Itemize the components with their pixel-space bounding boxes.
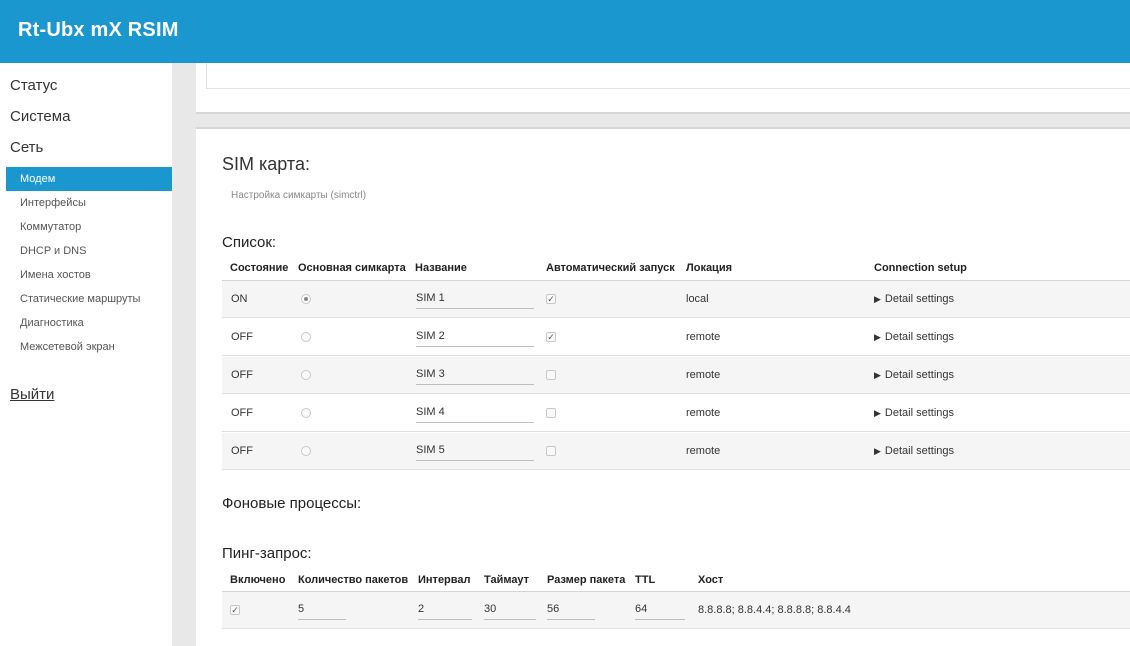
ping-heading: Пинг-запрос: xyxy=(222,545,312,562)
col-size: Размер пакета xyxy=(547,574,626,586)
table-row: ✓ 5 2 30 56 64 8.8.8.8; 8.8.4.4; 8.8.8.8… xyxy=(222,592,1130,629)
sidebar-item-hostnames[interactable]: Имена хостов xyxy=(6,263,172,287)
sidebar-item-interfaces[interactable]: Интерфейсы xyxy=(6,191,172,215)
sidebar-item-network[interactable]: Сеть xyxy=(10,139,43,156)
ping-enabled-checkbox[interactable]: ✓ xyxy=(230,605,240,615)
table-row: OFF SIM 5 remote ▶ Detail settings xyxy=(222,433,1130,470)
expand-icon: ▶ xyxy=(874,446,881,456)
packets-field[interactable]: 5 xyxy=(298,602,346,620)
location-value: remote xyxy=(686,369,721,381)
previous-panel xyxy=(196,63,1130,114)
primary-radio[interactable] xyxy=(301,446,311,456)
location-value: remote xyxy=(686,331,721,343)
table-row: OFF SIM 3 remote ▶ Detail settings xyxy=(222,357,1130,394)
col-ttl: TTL xyxy=(635,574,656,586)
col-interval: Интервал xyxy=(418,574,471,586)
col-host: Хост xyxy=(698,574,724,586)
col-primary: Основная симкарта xyxy=(298,262,406,274)
location-value: local xyxy=(686,293,709,305)
timeout-field[interactable]: 30 xyxy=(484,602,536,620)
primary-radio[interactable] xyxy=(301,408,311,418)
sim-name-field[interactable]: SIM 5 xyxy=(416,443,534,461)
sidebar-item-firewall[interactable]: Межсетевой экран xyxy=(6,335,172,359)
app-title[interactable]: Rt-Ubx mX RSIM xyxy=(18,19,179,42)
top-bar: Rt-Ubx mX RSIM xyxy=(0,0,1130,63)
sidebar-item-status[interactable]: Статус xyxy=(10,77,57,94)
detail-settings-link[interactable]: ▶ Detail settings xyxy=(874,319,954,356)
state-value: OFF xyxy=(231,369,253,381)
table-row: OFF SIM 4 remote ▶ Detail settings xyxy=(222,395,1130,432)
detail-settings-link[interactable]: ▶ Detail settings xyxy=(874,395,954,432)
detail-settings-link[interactable]: ▶ Detail settings xyxy=(874,433,954,470)
col-autostart: Автоматический запуск xyxy=(546,262,675,274)
autostart-checkbox[interactable] xyxy=(546,370,556,380)
ping-table-header: Включено Количество пакетов Интервал Тай… xyxy=(222,570,1130,590)
primary-radio[interactable] xyxy=(301,294,311,304)
section-description: Настройка симкарты (simctrl) xyxy=(231,190,367,201)
interval-field[interactable]: 2 xyxy=(418,602,472,620)
expand-icon: ▶ xyxy=(874,370,881,380)
sidebar-item-system[interactable]: Система xyxy=(10,108,70,125)
sim-name-field[interactable]: SIM 2 xyxy=(416,329,534,347)
autostart-checkbox[interactable] xyxy=(546,408,556,418)
table-row: ON SIM 1 ✓ local ▶ Detail settings xyxy=(222,281,1130,318)
sidebar-item-modem[interactable]: Модем xyxy=(6,167,172,191)
primary-radio[interactable] xyxy=(301,332,311,342)
col-name: Название xyxy=(415,262,467,274)
state-value: OFF xyxy=(231,445,253,457)
detail-settings-link[interactable]: ▶ Detail settings xyxy=(874,357,954,394)
col-location: Локация xyxy=(686,262,733,274)
location-value: remote xyxy=(686,407,721,419)
col-state: Состояние xyxy=(230,262,289,274)
list-heading: Список: xyxy=(222,234,277,251)
expand-icon: ▶ xyxy=(874,408,881,418)
sidebar-item-dhcp-dns[interactable]: DHCP и DNS xyxy=(6,239,172,263)
autostart-checkbox[interactable] xyxy=(546,446,556,456)
col-connection: Connection setup xyxy=(874,262,967,274)
sim-name-field[interactable]: SIM 4 xyxy=(416,405,534,423)
table-row: OFF SIM 2 ✓ remote ▶ Detail settings xyxy=(222,319,1130,356)
network-submenu: Модем Интерфейсы Коммутатор DHCP и DNS И… xyxy=(6,167,172,359)
sim-table-header: Состояние Основная симкарта Название Авт… xyxy=(222,258,1130,278)
col-packets: Количество пакетов xyxy=(298,574,409,586)
location-value: remote xyxy=(686,445,721,457)
state-value: OFF xyxy=(231,407,253,419)
sidebar-item-static-routes[interactable]: Статические маршруты xyxy=(6,287,172,311)
host-value[interactable]: 8.8.8.8; 8.8.4.4; 8.8.8.8; 8.8.4.4 xyxy=(698,592,851,629)
ttl-field[interactable]: 64 xyxy=(635,602,685,620)
detail-settings-link[interactable]: ▶ Detail settings xyxy=(874,281,954,318)
col-enabled: Включено xyxy=(230,574,286,586)
expand-icon: ▶ xyxy=(874,294,881,304)
state-value: OFF xyxy=(231,331,253,343)
sidebar-item-switch[interactable]: Коммутатор xyxy=(6,215,172,239)
sidebar-item-diagnostics[interactable]: Диагностика xyxy=(6,311,172,335)
col-timeout: Таймаут xyxy=(484,574,530,586)
primary-radio[interactable] xyxy=(301,370,311,380)
sim-name-field[interactable]: SIM 1 xyxy=(416,291,534,309)
background-processes-heading: Фоновые процессы: xyxy=(222,495,362,512)
section-title: SIM карта: xyxy=(222,154,310,174)
packet-size-field[interactable]: 56 xyxy=(547,602,595,620)
sim-name-field[interactable]: SIM 3 xyxy=(416,367,534,385)
logout-link[interactable]: Выйти xyxy=(10,386,54,403)
state-value: ON xyxy=(231,293,248,305)
expand-icon: ▶ xyxy=(874,332,881,342)
autostart-checkbox[interactable]: ✓ xyxy=(546,294,556,304)
autostart-checkbox[interactable]: ✓ xyxy=(546,332,556,342)
